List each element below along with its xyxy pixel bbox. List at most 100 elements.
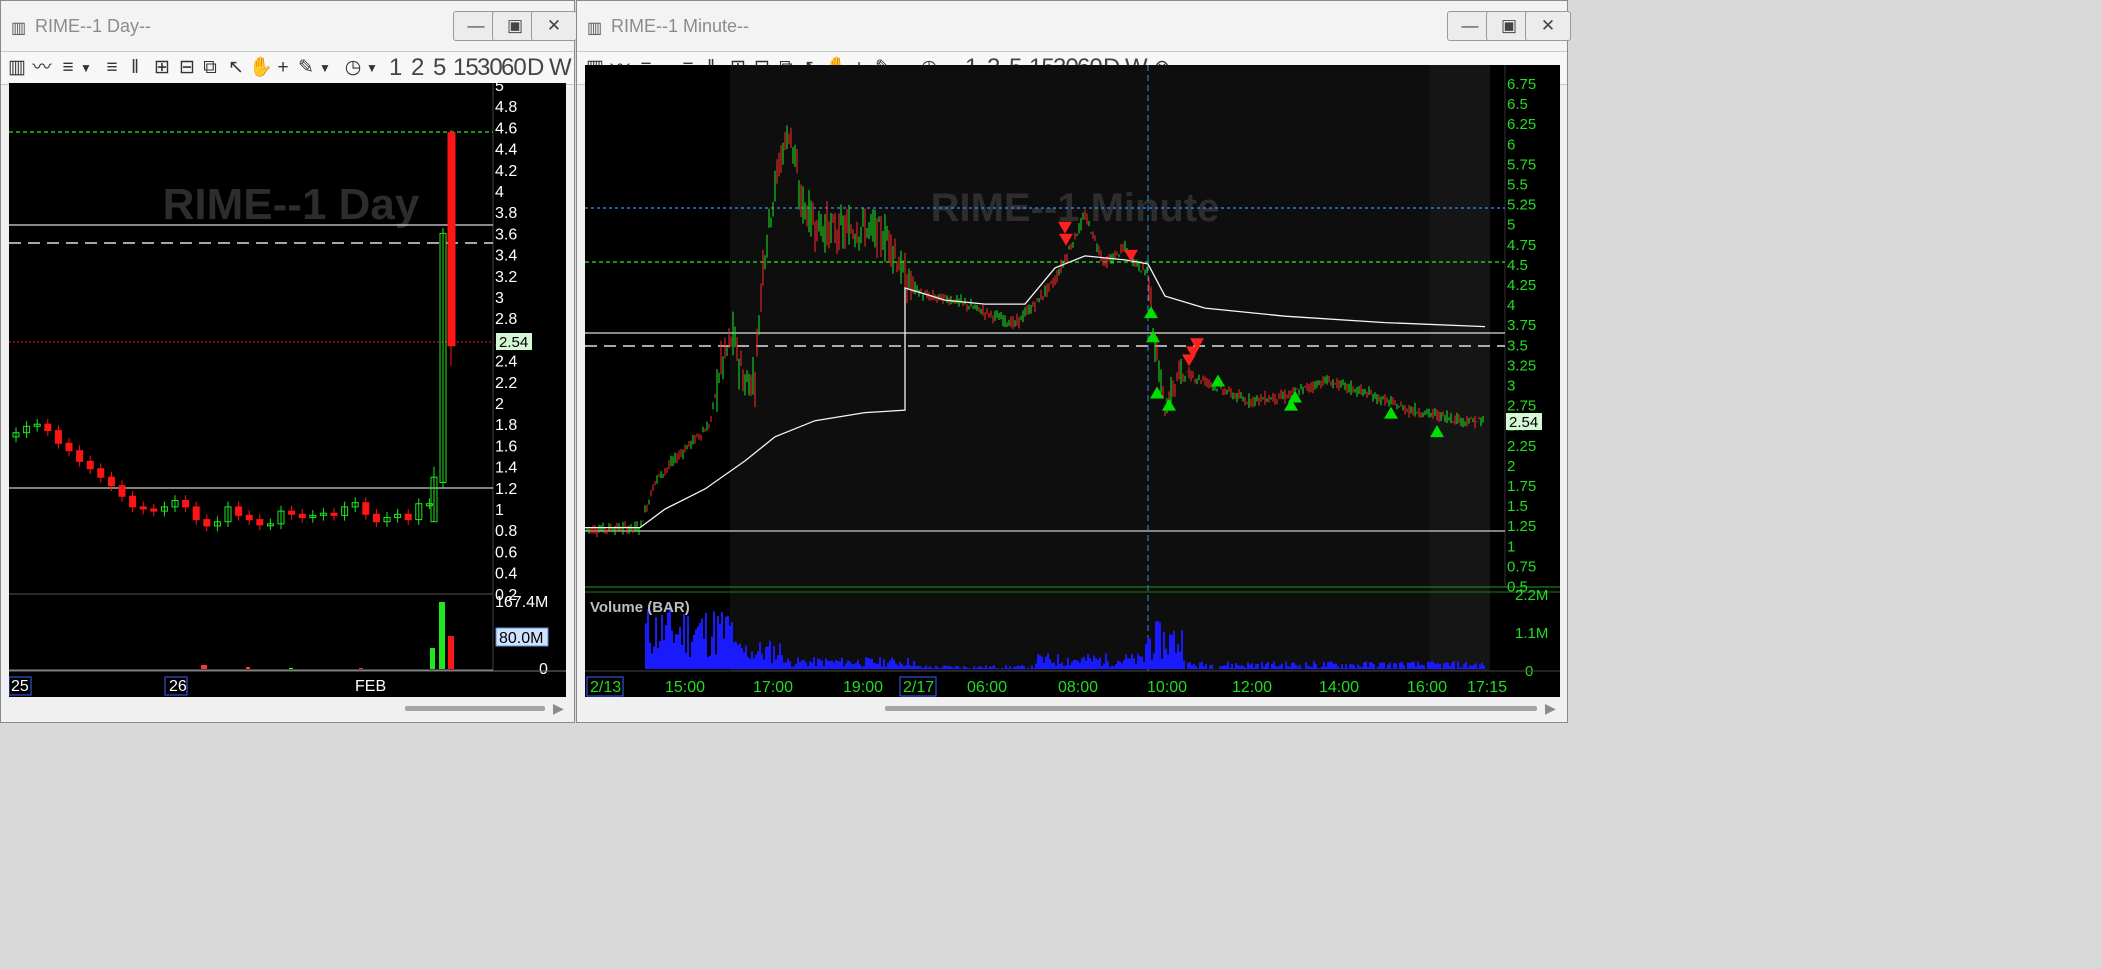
candle-body xyxy=(203,519,211,527)
interval-2-button[interactable]: 2 xyxy=(411,55,424,81)
volume-bar xyxy=(891,657,893,669)
volume-bar xyxy=(1241,665,1243,669)
pencil-icon[interactable]: ✎ xyxy=(296,56,316,80)
volume-bar xyxy=(705,612,707,669)
right-horizontal-scrollbar[interactable]: ▶ xyxy=(585,698,1560,720)
volume-bar xyxy=(1267,661,1269,669)
volume-bar xyxy=(671,630,673,669)
price-axis-label: 3.75 xyxy=(1507,317,1536,334)
volume-bar xyxy=(667,612,669,669)
pointer-icon[interactable]: ↖ xyxy=(227,56,245,80)
volume-bar xyxy=(923,667,925,669)
volume-bar xyxy=(1437,662,1439,669)
indicator-icon[interactable]: ≡ xyxy=(57,56,79,80)
line-chart-icon[interactable]: 〰 xyxy=(31,56,53,80)
volume-bar xyxy=(1107,661,1109,669)
price-axis-label: 5.75 xyxy=(1507,156,1536,173)
volume-bar xyxy=(683,614,685,669)
scrollbar-thumb[interactable] xyxy=(405,706,545,711)
volume-bar xyxy=(887,663,889,669)
volume-bar xyxy=(1033,668,1035,669)
volume-bar xyxy=(1401,661,1403,669)
left-horizontal-scrollbar[interactable]: ▶ xyxy=(9,698,566,720)
volume-bar xyxy=(1343,667,1345,669)
interval-30-button[interactable]: 30 xyxy=(477,55,503,81)
volume-bar xyxy=(1145,643,1147,669)
volume-bar xyxy=(1235,663,1237,669)
volume-bar xyxy=(1167,654,1169,669)
interval-week-button[interactable]: W xyxy=(549,55,572,81)
interval-1-button[interactable]: 1 xyxy=(389,55,402,81)
right-chart-area[interactable]: RIME--1 Minute 6.75 6.5 6.25 6 5.75 5.5 5.25 5 4… xyxy=(585,65,1560,697)
volume-bar xyxy=(1063,666,1065,669)
left-chart-window: ▥ RIME--1 Day-- — ▣ ✕ ▥ 〰 ≡ ▼ ≡ ‖ ⊞ ⊟ ⧉ … xyxy=(0,0,577,723)
vertical-lines-icon[interactable]: ‖ xyxy=(125,56,145,80)
horizontal-lines-icon[interactable]: ≡ xyxy=(101,56,123,80)
volume-bar xyxy=(901,664,903,669)
volume-bar xyxy=(1141,656,1143,669)
volume-bar xyxy=(663,640,665,669)
price-axis-label: 6 xyxy=(1507,136,1515,153)
volume-bar xyxy=(1239,665,1241,669)
minute-candlestick-chart[interactable]: RIME--1 Minute 6.75 6.5 6.25 6 5.75 5.5 5.25 5 4… xyxy=(585,65,1560,697)
volume-max-label: 2.2M xyxy=(1515,587,1548,604)
volume-bar xyxy=(1475,663,1477,669)
volume-bar xyxy=(757,651,759,669)
volume-bar xyxy=(1461,667,1463,669)
volume-bar xyxy=(737,644,739,669)
left-chart-toolbar: ▥ 〰 ≡ ▼ ≡ ‖ ⊞ ⊟ ⧉ ↖ ✋ + ✎ ▼ ◷ ▼ 1 2 5 15… xyxy=(1,51,574,85)
interval-day-button[interactable]: D xyxy=(527,55,544,81)
zoom-fit-icon[interactable]: ⧉ xyxy=(199,56,221,80)
scroll-right-icon[interactable]: ▶ xyxy=(553,700,564,717)
chart-type-icon[interactable]: ▥ xyxy=(7,56,27,80)
volume-bar xyxy=(937,666,939,669)
daily-candlestick-chart[interactable]: RIME--1 Day 5 4.8 4.6 4.4 4.2 4 3.8 3.6 3.4 3.2 3 2… xyxy=(8,78,566,697)
volume-bar xyxy=(889,660,891,669)
left-chart-area[interactable]: RIME--1 Day 5 4.8 4.6 4.4 4.2 4 3.8 3.6 3.4 3.2 3 2… xyxy=(8,78,566,697)
crosshair-icon[interactable]: + xyxy=(273,56,293,80)
interval-60-button[interactable]: 60 xyxy=(501,55,527,81)
volume-bar xyxy=(989,666,991,669)
volume-bar xyxy=(1113,666,1115,669)
price-axis-label: 4 xyxy=(1507,297,1515,314)
dropdown-arrow-icon[interactable]: ▼ xyxy=(318,56,332,80)
interval-15-button[interactable]: 15 xyxy=(453,55,479,81)
zoom-out-icon[interactable]: ⊟ xyxy=(176,56,198,80)
volume-bar xyxy=(1189,662,1191,669)
volume-bar xyxy=(775,659,777,669)
volume-bar xyxy=(815,666,817,669)
scrollbar-thumb[interactable] xyxy=(885,706,1537,711)
clock-icon[interactable]: ◷ xyxy=(343,56,363,80)
right-window-titlebar[interactable]: ▥ RIME--1 Minute-- — ▣ ✕ xyxy=(577,1,1571,51)
volume-bar xyxy=(939,668,941,669)
volume-bar xyxy=(725,616,727,669)
volume-bar xyxy=(1297,666,1299,669)
volume-bar xyxy=(1347,668,1349,669)
price-axis-label: 4 xyxy=(495,184,504,201)
dropdown-arrow-icon[interactable]: ▼ xyxy=(365,56,379,80)
volume-bar xyxy=(1415,666,1417,669)
volume-bar xyxy=(1419,665,1421,669)
zoom-in-icon[interactable]: ⊞ xyxy=(151,56,173,80)
volume-bar xyxy=(995,668,997,669)
candle-body xyxy=(54,430,62,444)
volume-bar xyxy=(1099,657,1101,669)
hand-icon[interactable]: ✋ xyxy=(249,56,273,80)
volume-bar xyxy=(1023,666,1025,669)
left-window-titlebar[interactable]: ▥ RIME--1 Day-- — ▣ ✕ xyxy=(1,1,577,51)
candle-body xyxy=(372,513,380,523)
volume-bar xyxy=(957,666,959,669)
interval-5-button[interactable]: 5 xyxy=(433,55,446,81)
scroll-right-icon[interactable]: ▶ xyxy=(1545,700,1556,717)
volume-bar xyxy=(1315,664,1317,669)
volume-bar xyxy=(1193,663,1195,669)
price-axis-label: 0.6 xyxy=(495,544,517,561)
volume-bar xyxy=(1445,662,1447,669)
volume-bar xyxy=(1083,656,1085,669)
volume-bar xyxy=(783,662,785,669)
close-button[interactable]: ✕ xyxy=(531,11,577,41)
close-button[interactable]: ✕ xyxy=(1525,11,1571,41)
dropdown-arrow-icon[interactable]: ▼ xyxy=(79,56,93,80)
price-axis-label: 4.5 xyxy=(1507,257,1528,274)
volume-bar xyxy=(1379,662,1381,669)
